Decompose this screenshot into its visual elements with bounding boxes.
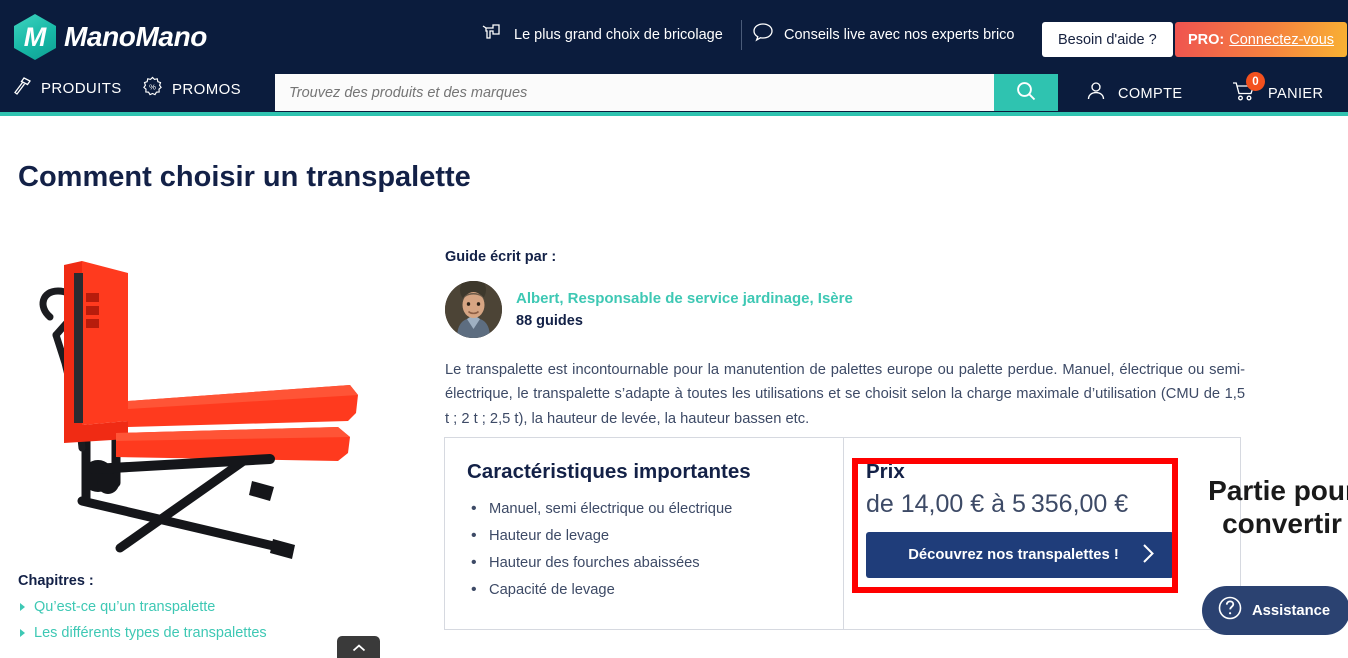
author-heading: Guide écrit par :	[445, 249, 557, 265]
brand-logo[interactable]: M ManoMano	[14, 14, 207, 60]
features-title: Caractéristiques importantes	[467, 460, 751, 483]
assistance-label: Assistance	[1252, 602, 1331, 619]
pro-login-button[interactable]: PRO: Connectez-vous	[1175, 22, 1348, 57]
header-chat-link[interactable]: Conseils live avec nos experts brico	[752, 22, 1015, 47]
price-title: Prix	[866, 460, 905, 483]
discover-products-button[interactable]: Découvrez nos transpalettes !	[866, 532, 1174, 578]
hammer-icon	[12, 76, 32, 101]
author-guides-count: 88 guides	[516, 313, 583, 329]
feature-item: Hauteur de levage	[467, 527, 817, 545]
account-link[interactable]: COMPTE	[1085, 80, 1182, 107]
nav-item-produits[interactable]: PRODUITS	[12, 76, 122, 101]
features-list: Manuel, semi électrique ou électrique Ha…	[467, 500, 817, 599]
speech-bubble-icon	[752, 22, 774, 47]
scroll-to-top-button[interactable]	[337, 636, 380, 658]
cta-label: Découvrez nos transpalettes !	[908, 547, 1119, 563]
triangle-right-icon	[20, 629, 25, 637]
site-header: M ManoMano Le plus grand choix de bricol…	[0, 0, 1348, 116]
chapters-heading: Chapitres :	[18, 573, 94, 589]
account-label: COMPTE	[1118, 85, 1183, 102]
feature-item: Manuel, semi électrique ou électrique	[467, 500, 817, 518]
annotation-label: Partie pour convertir	[1208, 475, 1348, 540]
chevron-right-icon	[1142, 543, 1155, 567]
feature-item: Capacité de levage	[467, 581, 817, 599]
drill-icon	[482, 22, 504, 47]
author-row: Albert, Responsable de service jardinage…	[445, 281, 853, 338]
header-divider	[741, 20, 742, 50]
cart-link[interactable]: 0 PANIER	[1232, 72, 1324, 107]
price-range: de 14,00 € à 5 356,00 €	[866, 490, 1129, 518]
svg-text:%: %	[149, 82, 156, 91]
chapter-label-1: Les différents types de transpalettes	[34, 625, 267, 641]
nav-label-produits: PRODUITS	[41, 80, 122, 97]
promise-text: Le plus grand choix de bricolage	[514, 26, 723, 43]
intro-paragraph: Le transpalette est incontournable pour …	[445, 362, 1245, 427]
nav-label-promos: PROMOS	[172, 80, 242, 98]
cart-label: PANIER	[1268, 85, 1324, 102]
page-title: Comment choisir un transpalette	[18, 161, 471, 193]
search-input[interactable]	[275, 74, 994, 111]
pro-login-link[interactable]: Connectez-vous	[1229, 32, 1334, 48]
avatar	[445, 281, 502, 338]
search-button[interactable]	[994, 74, 1058, 111]
pro-label: PRO:	[1188, 31, 1225, 48]
features-panel: Caractéristiques importantes Manuel, sem…	[445, 438, 844, 629]
price-panel: Prix de 14,00 € à 5 356,00 € Découvrez n…	[844, 438, 1240, 629]
chat-text: Conseils live avec nos experts brico	[784, 26, 1015, 43]
header-accent-bar	[0, 112, 1348, 116]
question-circle-icon	[1217, 595, 1243, 626]
cart-count-badge: 0	[1246, 72, 1265, 91]
logo-mark-letter: M	[23, 21, 47, 52]
header-top-bar: M ManoMano Le plus grand choix de bricol…	[0, 0, 1348, 70]
product-image	[20, 243, 380, 573]
search-bar[interactable]	[275, 74, 1058, 111]
manomano-hex-icon: M	[14, 14, 56, 60]
author-name-link[interactable]: Albert, Responsable de service jardinage…	[516, 290, 853, 307]
discount-burst-icon: %	[142, 76, 163, 102]
chapter-label-0: Qu’est-ce qu’un transpalette	[34, 599, 216, 615]
user-icon	[1085, 80, 1107, 107]
assistance-button[interactable]: Assistance	[1202, 586, 1348, 635]
nav-item-promos[interactable]: % PROMOS	[142, 76, 241, 102]
brand-name: ManoMano	[64, 21, 208, 52]
info-card: Caractéristiques importantes Manuel, sem…	[444, 437, 1241, 630]
triangle-right-icon	[20, 603, 25, 611]
feature-item: Hauteur des fourches abaissées	[467, 554, 817, 572]
search-icon	[1015, 80, 1037, 105]
author-info: Albert, Responsable de service jardinage…	[516, 290, 853, 329]
chapter-link-0[interactable]: Qu’est-ce qu’un transpalette	[20, 599, 215, 615]
cart-icon: 0	[1232, 72, 1265, 107]
header-promise: Le plus grand choix de bricolage	[482, 22, 723, 47]
chapter-link-1[interactable]: Les différents types de transpalettes	[20, 625, 267, 641]
help-button[interactable]: Besoin d'aide ?	[1042, 22, 1173, 57]
chevron-up-icon	[352, 640, 366, 658]
